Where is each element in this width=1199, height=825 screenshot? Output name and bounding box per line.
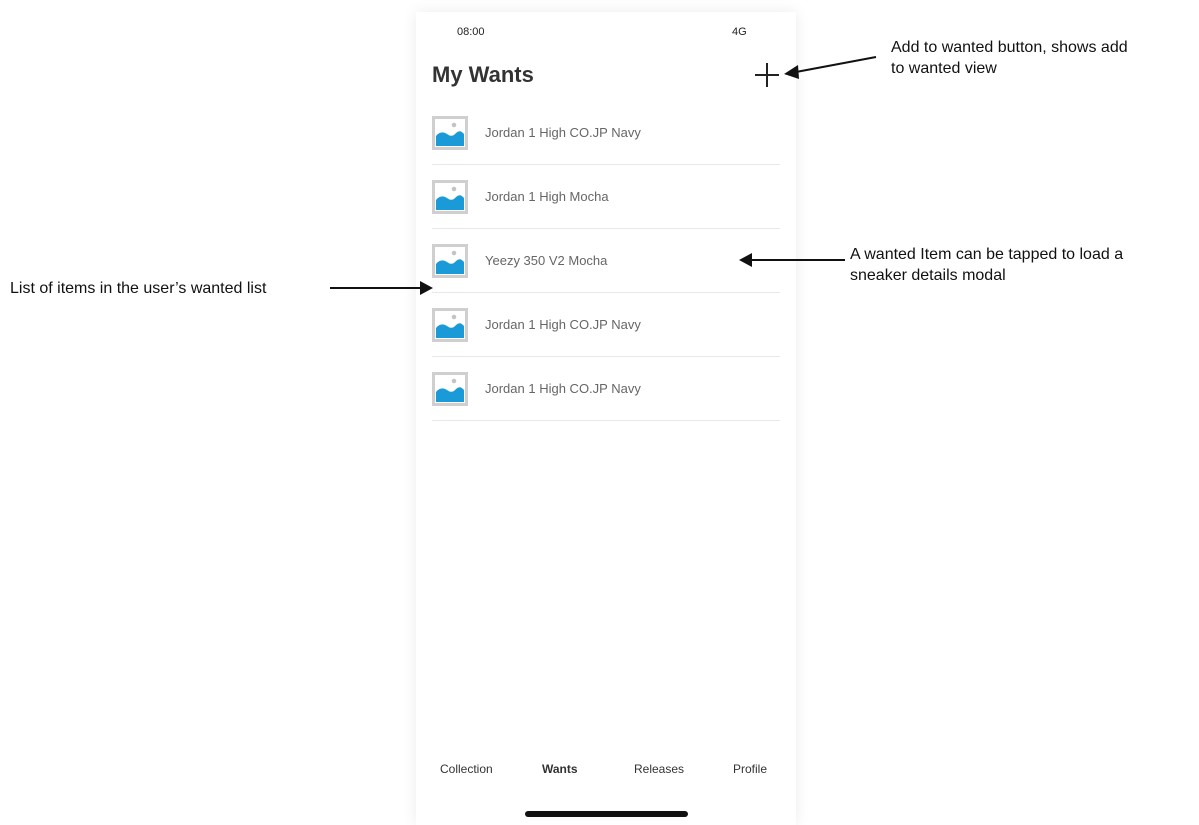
status-time: 08:00	[457, 26, 485, 38]
list-item[interactable]: Yeezy 350 V2 Mocha	[432, 229, 780, 293]
tab-collection[interactable]: Collection	[440, 762, 493, 776]
wants-list: Jordan 1 High CO.JP Navy Jordan 1 High M…	[432, 101, 780, 421]
add-to-wanted-button[interactable]	[754, 62, 780, 88]
annotation-item-tap: A wanted Item can be tapped to load a sn…	[850, 246, 1124, 284]
image-placeholder-icon	[432, 307, 468, 342]
image-placeholder-icon	[432, 115, 468, 150]
tab-bar: Collection Wants Releases Profile	[416, 762, 796, 782]
tab-wants[interactable]: Wants	[542, 762, 578, 776]
phone-screen: 08:00 4G My Wants Jordan 1 High CO.JP Na…	[416, 12, 796, 825]
image-placeholder-icon	[432, 243, 468, 278]
status-network: 4G	[732, 26, 747, 38]
home-indicator	[525, 811, 688, 817]
arrow-add-button	[795, 56, 877, 73]
list-item[interactable]: Jordan 1 High CO.JP Navy	[432, 357, 780, 421]
item-name: Jordan 1 High CO.JP Navy	[485, 317, 641, 332]
annotation-add-button: Add to wanted button, shows add to wante…	[891, 39, 1128, 77]
list-item[interactable]: Jordan 1 High CO.JP Navy	[432, 101, 780, 165]
list-item[interactable]: Jordan 1 High CO.JP Navy	[432, 293, 780, 357]
list-item[interactable]: Jordan 1 High Mocha	[432, 165, 780, 229]
page-title: My Wants	[432, 62, 534, 87]
annotation-list: List of items in the user’s wanted list	[10, 280, 267, 297]
tab-profile[interactable]: Profile	[733, 762, 767, 776]
item-name: Jordan 1 High Mocha	[485, 189, 609, 204]
item-name: Yeezy 350 V2 Mocha	[485, 253, 608, 268]
tab-releases[interactable]: Releases	[634, 762, 684, 776]
image-placeholder-icon	[432, 179, 468, 214]
item-name: Jordan 1 High CO.JP Navy	[485, 125, 641, 140]
image-placeholder-icon	[432, 371, 468, 406]
item-name: Jordan 1 High CO.JP Navy	[485, 381, 641, 396]
